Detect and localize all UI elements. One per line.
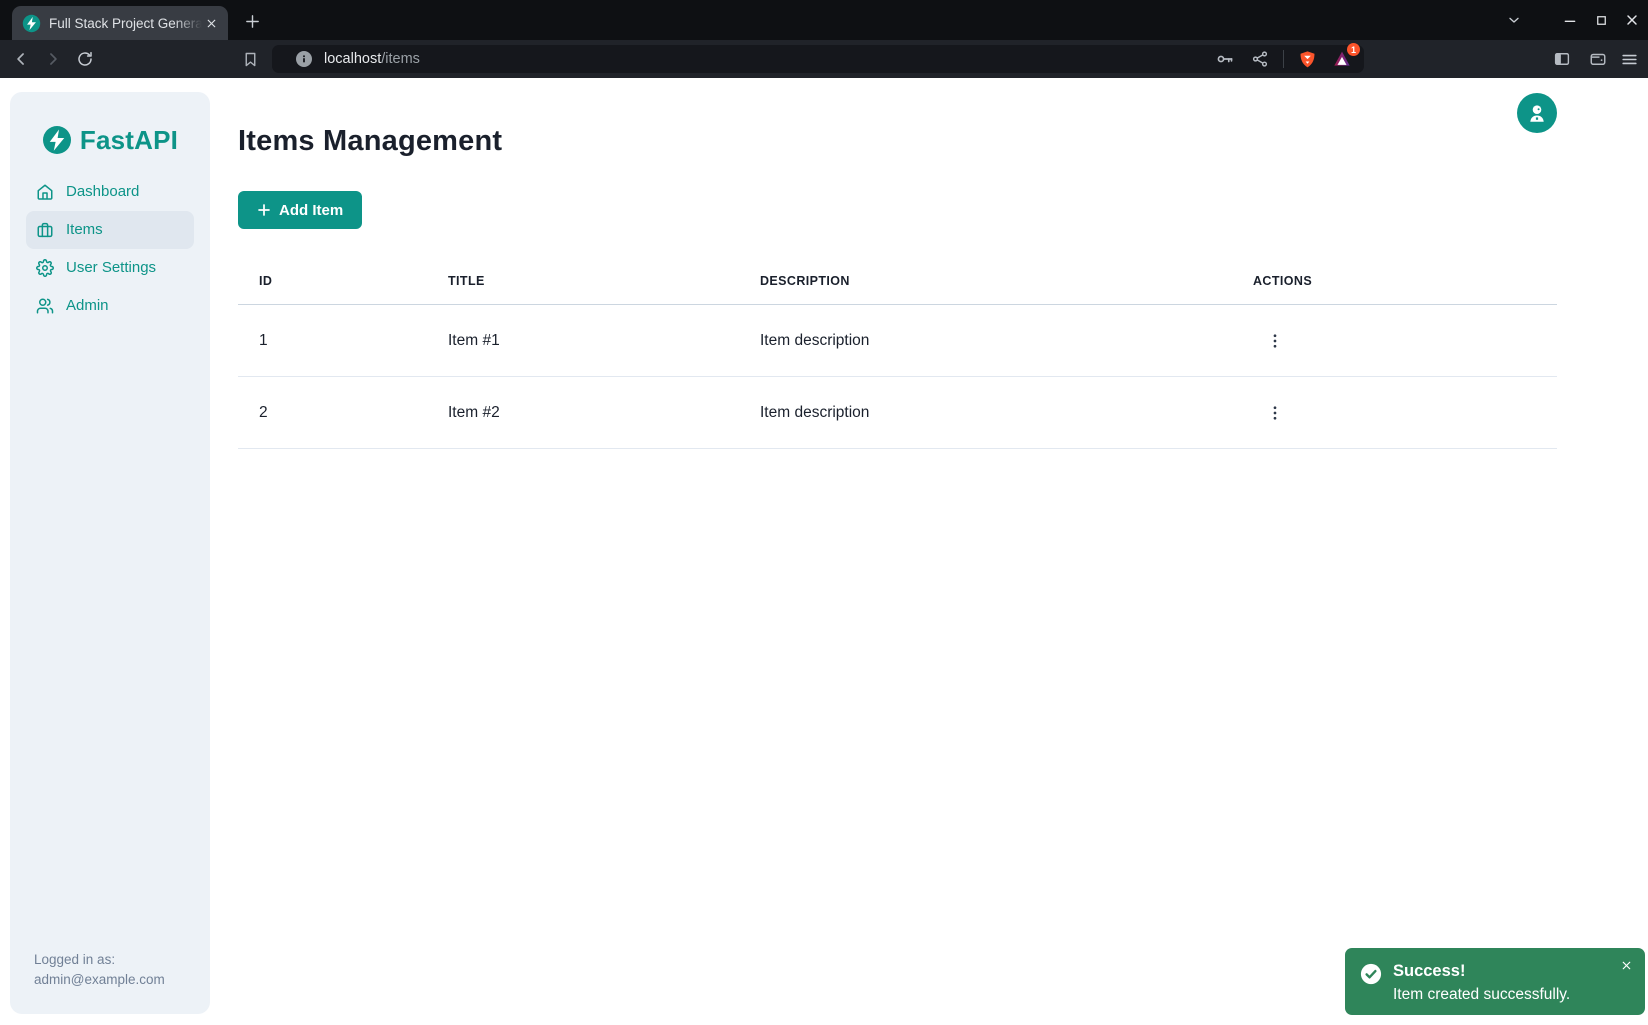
cell-actions — [1232, 321, 1557, 361]
cell-description: Item description — [739, 404, 1232, 422]
menu-icon[interactable] — [1616, 46, 1642, 72]
browser-tab[interactable]: Full Stack Project Genera — [12, 6, 228, 40]
kebab-menu-icon — [1266, 404, 1284, 422]
cell-description: Item description — [739, 332, 1232, 350]
bookmark-icon[interactable] — [237, 46, 263, 72]
column-header-id: ID — [238, 274, 427, 288]
table-header-row: ID TITLE DESCRIPTION ACTIONS — [238, 257, 1557, 305]
user-avatar-icon — [1525, 101, 1549, 125]
tab-search-chevron-icon[interactable] — [1502, 8, 1526, 32]
maximize-button[interactable] — [1589, 8, 1613, 32]
tab-close-icon[interactable] — [202, 14, 220, 32]
row-actions-button[interactable] — [1253, 321, 1297, 361]
back-icon[interactable] — [8, 46, 34, 72]
toast-text: Success! Item created successfully. — [1393, 960, 1570, 1006]
reload-icon[interactable] — [72, 46, 98, 72]
cell-title: Item #1 — [427, 332, 739, 350]
page-viewport: FastAPI Dashboard Items — [0, 78, 1648, 1025]
url-bar[interactable]: localhost/items 1 — [272, 45, 1364, 73]
sidebar-nav: Dashboard Items User Settings — [10, 173, 210, 325]
brave-rewards-icon[interactable]: 1 — [1330, 47, 1354, 71]
page-title: Items Management — [238, 125, 1648, 158]
logged-in-footer: Logged in as: admin@example.com — [34, 950, 165, 990]
fastapi-favicon-icon — [22, 14, 41, 33]
add-item-label: Add Item — [279, 202, 343, 219]
key-icon[interactable] — [1213, 47, 1237, 71]
cell-title: Item #2 — [427, 404, 739, 422]
rewards-badge: 1 — [1347, 43, 1360, 56]
url-text: localhost/items — [324, 51, 1202, 67]
success-toast: Success! Item created successfully. — [1345, 948, 1645, 1015]
logo-text: FastAPI — [80, 125, 178, 156]
sidebar-item-label: User Settings — [66, 259, 156, 277]
column-header-actions: ACTIONS — [1232, 274, 1557, 288]
window-controls — [1502, 0, 1644, 40]
url-path: /items — [381, 51, 420, 67]
sidebar-item-label: Dashboard — [66, 183, 139, 201]
sidebar-item-label: Admin — [66, 297, 109, 315]
cell-actions — [1232, 393, 1557, 433]
cell-id: 1 — [238, 332, 427, 350]
table-row: 1 Item #1 Item description — [238, 305, 1557, 377]
sidebar-item-user-settings[interactable]: User Settings — [26, 249, 194, 287]
user-menu-button[interactable] — [1517, 93, 1557, 133]
url-host: localhost — [324, 51, 381, 67]
sidebar: FastAPI Dashboard Items — [10, 92, 210, 1014]
wallet-icon[interactable] — [1585, 46, 1611, 72]
brave-shield-icon[interactable] — [1295, 47, 1319, 71]
tab-title: Full Stack Project Genera — [49, 16, 202, 31]
share-icon[interactable] — [1248, 47, 1272, 71]
items-table: ID TITLE DESCRIPTION ACTIONS 1 Item #1 I… — [238, 257, 1557, 449]
fastapi-logo-icon — [42, 125, 72, 155]
add-item-button[interactable]: Add Item — [238, 191, 362, 229]
sidebar-item-items[interactable]: Items — [26, 211, 194, 249]
new-tab-button[interactable] — [239, 8, 265, 34]
check-circle-icon — [1360, 963, 1382, 985]
gear-icon — [36, 259, 54, 277]
sidebar-item-label: Items — [66, 221, 103, 239]
home-icon — [36, 183, 54, 201]
sidebar-item-dashboard[interactable]: Dashboard — [26, 173, 194, 211]
close-window-button[interactable] — [1620, 8, 1644, 32]
toast-message: Item created successfully. — [1393, 983, 1570, 1006]
logged-in-label: Logged in as: — [34, 950, 165, 970]
kebab-menu-icon — [1266, 332, 1284, 350]
forward-icon[interactable] — [40, 46, 66, 72]
minimize-button[interactable] — [1558, 8, 1582, 32]
main-content: Items Management Add Item ID TITLE DESCR… — [210, 78, 1648, 1025]
row-actions-button[interactable] — [1253, 393, 1297, 433]
sidebar-toggle-icon[interactable] — [1549, 46, 1575, 72]
users-icon — [36, 297, 54, 315]
briefcase-icon — [36, 221, 54, 239]
toolbar-divider — [1283, 50, 1284, 68]
fastapi-logo: FastAPI — [10, 122, 210, 158]
column-header-title: TITLE — [427, 274, 739, 288]
cell-id: 2 — [238, 404, 427, 422]
site-info-icon[interactable] — [296, 51, 312, 67]
browser-window: Full Stack Project Genera — [0, 0, 1648, 1025]
table-row: 2 Item #2 Item description — [238, 377, 1557, 449]
tab-bar: Full Stack Project Genera — [0, 0, 1648, 40]
toast-title: Success! — [1393, 960, 1570, 983]
toast-close-icon[interactable] — [1616, 955, 1636, 975]
logged-in-email: admin@example.com — [34, 970, 165, 990]
browser-toolbar: localhost/items 1 — [0, 40, 1648, 78]
column-header-description: DESCRIPTION — [739, 274, 1232, 288]
sidebar-item-admin[interactable]: Admin — [26, 287, 194, 325]
plus-icon — [257, 203, 271, 217]
